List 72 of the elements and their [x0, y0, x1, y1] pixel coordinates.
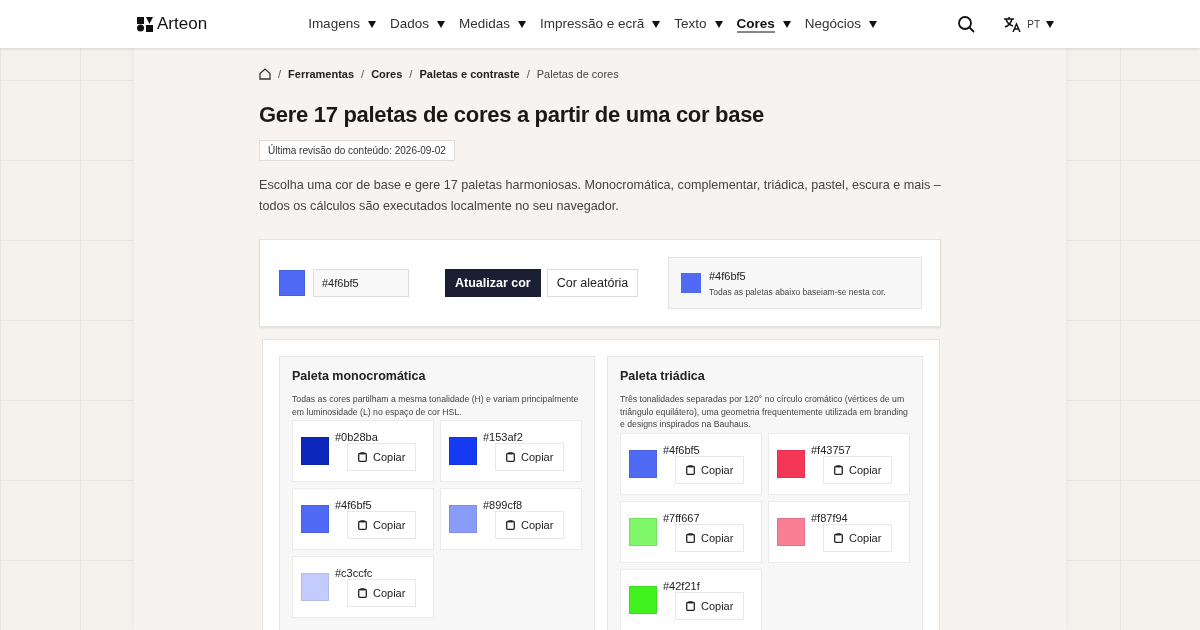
palette-title: Paleta triádica — [620, 369, 706, 383]
clipboard-icon — [834, 532, 843, 543]
copy-button[interactable]: Copiar — [347, 443, 417, 471]
nav-menu-item[interactable]: Cores — [736, 13, 791, 35]
nav-menu-item[interactable]: Impressão e ecrã — [539, 13, 661, 35]
hex-code: #42f21f — [663, 579, 700, 592]
helper-text: Todas as paletas abaixo baseiam-se nesta cor. — [709, 286, 886, 297]
nav-menu-item[interactable]: Texto — [674, 13, 723, 35]
caret-icon — [869, 20, 878, 28]
hex-code: #f43757 — [811, 443, 851, 456]
caret-icon — [782, 20, 791, 28]
revision-date: Última revisão do conteúdo: 2026-09-02 — [259, 140, 455, 161]
clipboard-icon — [834, 464, 843, 475]
nav-menu-item[interactable]: Medidas — [458, 13, 526, 35]
palette-title: Paleta monocromática — [292, 369, 427, 383]
hex-code: #4f6bf5 — [663, 443, 700, 456]
breadcrumb-separator: / — [526, 68, 530, 80]
nav-menu-item[interactable]: Negócios — [804, 13, 878, 35]
breadcrumb-link[interactable]: Cores — [371, 68, 403, 80]
breadcrumb-separator: / — [278, 68, 282, 80]
home-icon[interactable] — [259, 68, 271, 80]
copy-button[interactable]: Copiar — [495, 443, 565, 471]
intro-text: Escolha uma cor de base e gere 17 paletas harmoniosas. Monocromática, complementar, triádica, pastel, escura e mais – todos os cálculos são executados localmente no seu navegador. — [259, 177, 941, 215]
breadcrumb-separator: / — [361, 68, 365, 80]
hex-code: #4f6bf5 — [709, 269, 747, 282]
search-icon[interactable] — [958, 15, 976, 33]
hex-code: #4f6bf5 — [335, 499, 372, 511]
breadcrumb-current: Paletas de cores — [536, 68, 619, 80]
clipboard-icon — [686, 532, 695, 543]
logo-text[interactable]: Arteon — [157, 14, 208, 34]
caret-icon — [714, 20, 723, 28]
hex-code: #0b28ba — [335, 431, 378, 443]
palette-description: Três tonalidades separadas por 120° no círculo cromático (vértices de um triângulo equilátero), uma geometria frequentemente utilizada em branding e designs inspirados na Bauhaus. — [620, 393, 909, 431]
palette-description: Todas as cores partilham a mesma tonalidade (H) e variam principalmente em luminosidade (L) no espaço de cor HSL. — [292, 393, 580, 418]
update-color-button[interactable]: Atualizar cor — [445, 269, 541, 297]
breadcrumb-link[interactable]: Ferramentas — [288, 68, 355, 80]
color-swatch[interactable] — [279, 270, 305, 296]
hex-code: #899cf8 — [483, 499, 523, 511]
clipboard-icon — [506, 520, 515, 530]
random-color-button[interactable]: Cor aleatória — [546, 269, 639, 297]
copy-button[interactable]: Copiar — [675, 455, 745, 484]
caret-icon — [1046, 20, 1054, 28]
translate-icon — [1003, 16, 1022, 32]
breadcrumb-link[interactable]: Paletas e contraste — [419, 68, 520, 80]
logo-icon[interactable] — [137, 16, 153, 32]
hex-code: #153af2 — [483, 431, 523, 443]
clipboard-icon — [358, 588, 367, 598]
clipboard-icon — [686, 600, 695, 611]
page-title: Gere 17 paletas de cores a partir de uma cor base — [259, 102, 765, 128]
language-selector[interactable]: PT — [997, 15, 1060, 33]
breadcrumb-separator: / — [409, 68, 413, 80]
copy-button[interactable]: Copiar — [347, 579, 417, 607]
hex-code: #f87f94 — [811, 511, 848, 524]
clipboard-icon — [686, 464, 695, 475]
copy-button[interactable]: Copiar — [347, 511, 417, 539]
nav-menu-item[interactable]: Dados — [389, 13, 445, 35]
caret-icon — [436, 20, 445, 28]
copy-button[interactable]: Copiar — [495, 511, 565, 539]
copy-button[interactable]: Copiar — [675, 591, 745, 620]
nav-menu-item[interactable]: Imagens — [308, 13, 376, 35]
clipboard-icon — [358, 452, 367, 462]
copy-button[interactable]: Copiar — [675, 523, 745, 552]
hex-code: #c3ccfc — [335, 567, 373, 579]
copy-button[interactable]: Copiar — [823, 523, 893, 552]
clipboard-icon — [358, 520, 367, 530]
caret-icon — [367, 20, 376, 28]
clipboard-icon — [506, 452, 515, 462]
copy-button[interactable]: Copiar — [823, 455, 893, 484]
hex-code: #7ff667 — [663, 511, 700, 524]
caret-icon — [517, 20, 526, 28]
caret-icon — [652, 20, 661, 28]
hex-input-field[interactable]: #4f6bf5 — [313, 269, 409, 297]
